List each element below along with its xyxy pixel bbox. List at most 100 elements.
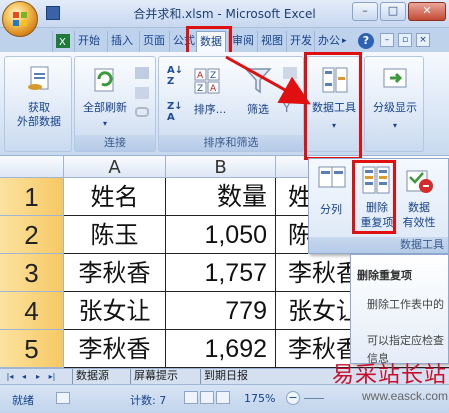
watermark-text: 易采站长站 [332, 363, 448, 388]
title-bar: 合并求和.xlsm - Microsoft Excel – □ ✕ [0, 0, 449, 37]
cell-name[interactable]: 陈玉 [64, 216, 166, 254]
macro-record-icon[interactable] [56, 392, 70, 404]
tab-scroll-right-icon[interactable]: ▸ [342, 33, 352, 49]
svg-text:Z: Z [210, 71, 216, 81]
svg-text:A: A [210, 84, 217, 94]
row-header[interactable]: 4 [0, 292, 64, 330]
column-header-a[interactable]: A [64, 156, 166, 178]
cell-quantity[interactable]: 779 [166, 292, 276, 330]
group-outline: 分级显示 ▾ [364, 56, 424, 152]
external-data-icon [28, 66, 49, 90]
sort-za-icon[interactable]: Z↓ A [167, 101, 183, 123]
status-count: 计数: 7 [130, 394, 167, 407]
edit-links-icon[interactable] [135, 107, 149, 117]
filter-label[interactable]: 筛选 [237, 103, 279, 117]
cell-quantity[interactable]: 1,757 [166, 254, 276, 292]
group-external: 获取 外部数据 [4, 56, 72, 152]
ribbon: 获取 外部数据 全部刷新 ▾ 连接 A↓ Z Z↓ A A Z Z A 排序... … [0, 52, 449, 156]
close-button[interactable]: ✕ [408, 2, 446, 21]
zoom-level[interactable]: 175% [244, 392, 275, 405]
ribbon-minimize-icon[interactable]: – [380, 33, 394, 47]
ribbon-close-icon[interactable]: × [416, 33, 430, 47]
cell-name[interactable]: 姓名 [64, 178, 166, 216]
group-sort-filter: A↓ Z Z↓ A A Z Z A 排序... 筛选 Y 排序和筛选 [158, 56, 304, 152]
data-validation-label-1[interactable]: 数据 [397, 201, 441, 215]
sort-dialog-icon[interactable]: A Z Z A [193, 67, 223, 97]
sheet-tab-screen-tip[interactable]: 屏幕提示 [130, 369, 181, 384]
connections-group-label: 连接 [75, 135, 155, 151]
text-to-columns-label[interactable]: 分列 [311, 203, 351, 217]
properties-icon[interactable] [135, 87, 149, 99]
zoom-out-icon[interactable]: − [286, 391, 300, 405]
svg-text:A: A [197, 71, 204, 81]
tab-review[interactable]: 审阅 [228, 31, 257, 52]
tab-office[interactable]: 办公 [314, 31, 343, 52]
tooltip-title: 删除重复项 [357, 269, 412, 282]
get-external-label-1[interactable]: 获取 [5, 101, 73, 115]
group-connections: 全部刷新 ▾ 连接 [74, 56, 156, 152]
cell-quantity[interactable]: 数量 [166, 178, 276, 216]
highlight-data-tools [304, 52, 362, 160]
refresh-all-label[interactable]: 全部刷新 [77, 101, 133, 115]
sort-az-icon[interactable]: A↓ Z [167, 65, 183, 87]
row-header[interactable]: 3 [0, 254, 64, 292]
page-break-view-icon[interactable] [216, 391, 230, 404]
advanced-filter-icon[interactable]: Y [283, 101, 297, 115]
svg-text:X: X [59, 37, 66, 48]
outline-icon[interactable] [380, 65, 410, 95]
cell-name[interactable]: 李秋香 [64, 330, 166, 368]
tab-view[interactable]: 视图 [257, 31, 286, 52]
clear-filter-icon[interactable] [283, 67, 297, 79]
column-header-b[interactable]: B [166, 156, 276, 178]
refresh-all-icon[interactable] [89, 65, 119, 95]
sheet-tab-due-report[interactable]: 到期日报 [200, 369, 251, 384]
page-layout-view-icon[interactable] [200, 391, 214, 404]
next-sheet-icon[interactable]: ▸ [32, 370, 44, 383]
outline-dropdown-icon[interactable]: ▾ [365, 119, 425, 133]
highlight-remove-duplicates [352, 160, 396, 234]
first-sheet-icon[interactable]: |◂ [4, 370, 16, 383]
outline-label[interactable]: 分级显示 [365, 101, 425, 115]
normal-view-icon[interactable] [184, 391, 198, 404]
sheet-tab-data-source[interactable]: 数据源 [72, 369, 112, 384]
svg-text:Z: Z [197, 84, 203, 94]
data-validation-label-2[interactable]: 有效性 [397, 216, 441, 230]
cell-quantity[interactable]: 1,692 [166, 330, 276, 368]
help-icon[interactable]: ? [358, 33, 374, 49]
tab-developer[interactable]: 开发 [286, 31, 315, 52]
select-all-corner[interactable] [0, 156, 64, 178]
ribbon-restore-icon[interactable]: ▫ [398, 33, 412, 47]
tab-home[interactable]: 开始 [74, 31, 103, 52]
data-validation-icon[interactable] [405, 169, 435, 195]
connections-icon[interactable] [135, 67, 149, 79]
text-to-columns-icon[interactable] [317, 165, 347, 189]
tooltip-line-2: 可以指定应检查 [367, 334, 444, 347]
cell-quantity[interactable]: 1,050 [166, 216, 276, 254]
watermark: 易采站长站 www.easck.com [326, 357, 449, 413]
remove-duplicates-tooltip: 删除重复项 删除工作表中的 可以指定应检查 信息 [350, 254, 449, 364]
tooltip-line-1: 删除工作表中的 [367, 298, 444, 311]
data-tools-group-label: 数据工具 [309, 237, 448, 253]
sort-filter-group-label: 排序和筛选 [159, 135, 303, 151]
tab-insert[interactable]: 插入 [107, 31, 136, 52]
sort-label[interactable]: 排序... [187, 103, 233, 117]
last-sheet-icon[interactable]: ▸| [46, 370, 58, 383]
cell-name[interactable]: 李秋香 [64, 254, 166, 292]
maximize-button[interactable]: □ [380, 2, 406, 21]
status-ready: 就绪 [12, 394, 34, 407]
zoom-slider[interactable] [304, 398, 324, 399]
row-header[interactable]: 5 [0, 330, 64, 368]
row-header[interactable]: 1 [0, 178, 64, 216]
row-header[interactable]: 2 [0, 216, 64, 254]
office-logo-icon [13, 12, 27, 26]
cell-name[interactable]: 张女让 [64, 292, 166, 330]
watermark-url: www.easck.com [362, 389, 449, 403]
minimize-button[interactable]: – [352, 2, 378, 21]
prev-sheet-icon[interactable]: ◂ [18, 370, 30, 383]
excel-app-icon: X [52, 31, 73, 52]
refresh-dropdown-icon[interactable]: ▾ [77, 117, 133, 131]
tab-page-layout[interactable]: 页面 [139, 31, 168, 52]
office-button[interactable] [2, 1, 38, 37]
filter-icon[interactable] [243, 65, 273, 95]
get-external-label-2[interactable]: 外部数据 [5, 115, 73, 129]
